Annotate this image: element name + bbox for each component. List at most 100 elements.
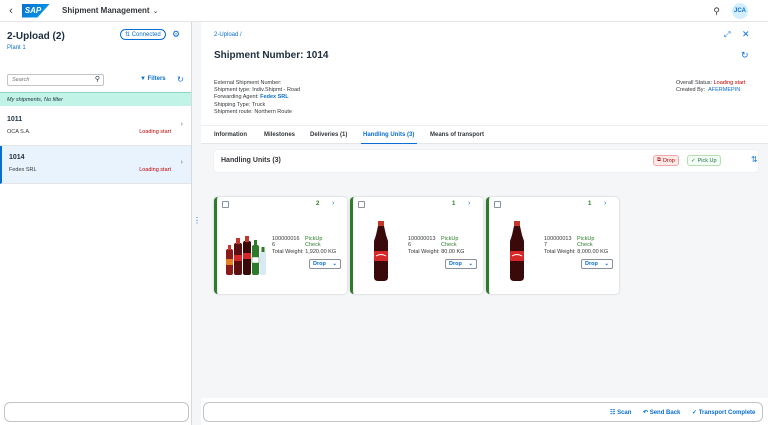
pickup-button[interactable]: ✓ Pick Up — [687, 155, 721, 166]
agent-link[interactable]: Fedex SRL — [260, 94, 288, 100]
app-title-menu[interactable]: Shipment Management ⌄ — [62, 6, 158, 15]
select-checkbox[interactable] — [222, 201, 229, 208]
chevron-right-icon[interactable]: › — [604, 200, 606, 207]
total-weight: Total Weight: 1,920.00 KG — [272, 249, 337, 255]
action-value: Drop — [585, 261, 598, 267]
drop-icon: ⧉ — [657, 157, 661, 163]
created-label: Created By: — [676, 87, 706, 94]
send-back-label: Send Back — [649, 410, 681, 416]
app-title: Shipment Management — [62, 6, 150, 15]
chevron-right-icon[interactable]: › — [468, 200, 470, 207]
cola-bottle-image — [374, 221, 388, 281]
detail-page: 2-Upload / ⤢ ✕ Shipment Number: 1014 ↻ E… — [201, 22, 768, 425]
sort-icon[interactable]: ⇅ — [751, 155, 758, 164]
shipment-status: Loading start — [139, 167, 171, 173]
list-item[interactable]: 1011 OCA S.A. Loading start › — [0, 108, 191, 146]
type-value: Indiv.Shipmt - Road — [252, 87, 301, 94]
filters-label: Filters — [147, 76, 166, 82]
check-icon: ✓ — [691, 157, 696, 164]
tab-information[interactable]: Information — [214, 132, 247, 138]
search-field[interactable]: ⚲ — [7, 74, 104, 86]
shipment-id: 1014 — [9, 154, 25, 161]
transport-complete-label: Transport Complete — [698, 410, 756, 416]
connected-badge[interactable]: ⇅ Connected — [120, 29, 166, 40]
barcode-icon: ☷ — [610, 410, 616, 416]
shipment-agent: Fedex SRL — [9, 167, 37, 173]
list-item[interactable]: 1014 Fedex SRL Loading start › — [0, 146, 191, 184]
chevron-right-icon: › — [180, 159, 183, 166]
filter-info-bar: My shipments, No filter — [0, 92, 191, 106]
action-select[interactable]: Drop ⌄ — [309, 259, 341, 269]
shipment-agent: OCA S.A. — [7, 129, 31, 135]
handling-units-toolbar: Handling Units (3) ⧉ Drop ✓ Pick Up ⇅ — [214, 150, 758, 172]
overall-status-label: Overall Status: — [676, 80, 713, 86]
avatar[interactable]: JCA — [732, 3, 748, 19]
action-select[interactable]: Drop ⌄ — [581, 259, 613, 269]
cola-bottles-image — [226, 236, 266, 275]
close-icon[interactable]: ✕ — [742, 29, 750, 40]
fullscreen-icon[interactable]: ⤢ — [724, 30, 730, 40]
handling-unit-card[interactable]: 2 › 100000016 6 PickUp Check Total Weight:… — [214, 197, 347, 294]
drop-label: Drop — [662, 157, 675, 164]
tab-means-of-transport[interactable]: Means of transport — [430, 132, 484, 138]
gear-icon[interactable]: ⚙ — [172, 29, 180, 40]
chevron-right-icon: › — [180, 121, 183, 128]
sap-logo: SAP — [22, 3, 50, 18]
master-footer-toolbar — [4, 402, 189, 422]
chevron-right-icon[interactable]: › — [332, 200, 334, 207]
filters-button[interactable]: ▼ Filters — [140, 76, 166, 82]
plant-link[interactable]: Plant 1 — [7, 45, 26, 51]
select-checkbox[interactable] — [358, 201, 365, 208]
shipment-id: 1011 — [7, 116, 23, 123]
scan-button[interactable]: ☷ Scan — [610, 409, 631, 416]
status-check: Check — [305, 242, 321, 249]
created-by-link[interactable]: AFERMEPIN — [708, 87, 740, 93]
hu-status: PickUp Check — [305, 236, 322, 249]
splitter-handle-icon[interactable]: ⋮ — [193, 216, 201, 225]
hu-number: 100000013 6 — [408, 236, 436, 249]
item-count: 2 — [316, 201, 320, 207]
status-check: Check — [441, 242, 457, 249]
refresh-icon[interactable]: ↻ — [741, 50, 749, 61]
header-status: Overall Status: Loading start Created By… — [676, 80, 745, 94]
shipment-status: Loading start — [139, 129, 171, 135]
back-icon[interactable]: ‹ — [0, 5, 22, 17]
route-label: Shipment route: — [214, 108, 253, 115]
detail-footer-toolbar: ☷ Scan ↶ Send Back ✓ Transport Complete — [203, 402, 763, 422]
drop-button[interactable]: ⧉ Drop — [653, 155, 679, 166]
refresh-icon[interactable]: ↻ — [177, 75, 184, 84]
hu-number: 100000016 6 — [272, 236, 300, 249]
handling-unit-card[interactable]: 1 › 100000013 7 PickUp Check Total Weight:… — [486, 197, 619, 294]
master-list: 2-Upload (2) Plant 1 ⇅ Connected ⚙ ⚲ ▼ F… — [0, 22, 192, 425]
tab-handling-units[interactable]: Handling Units (3) — [363, 132, 414, 138]
search-icon[interactable]: ⚲ — [713, 6, 720, 17]
handling-unit-card[interactable]: 1 › 100000013 6 PickUp Check Total Weight:… — [350, 197, 483, 294]
external-label: External Shipment Number: — [214, 80, 282, 86]
accept-icon: ✓ — [692, 410, 698, 416]
master-title: 2-Upload (2) — [7, 31, 65, 42]
send-back-button[interactable]: ↶ Send Back — [643, 409, 680, 416]
search-icon[interactable]: ⚲ — [95, 75, 100, 83]
action-select[interactable]: Drop ⌄ — [445, 259, 477, 269]
search-input[interactable] — [8, 75, 88, 85]
agent-label: Forwarding Agent: — [214, 94, 259, 101]
hu-id: 100000016 — [272, 236, 300, 242]
scan-label: Scan — [617, 410, 632, 416]
tab-milestones[interactable]: Milestones — [264, 132, 295, 138]
action-value: Drop — [313, 261, 326, 267]
tab-bar: Information Milestones Deliveries (1) Ha… — [201, 125, 768, 145]
cola-bottle-image — [510, 221, 524, 281]
tab-deliveries[interactable]: Deliveries (1) — [310, 132, 347, 138]
total-weight: Total Weight: 8,000.00 KG — [544, 249, 609, 255]
select-checkbox[interactable] — [494, 201, 501, 208]
hu-status: PickUp Check — [577, 236, 594, 249]
action-value: Drop — [449, 261, 462, 267]
undo-icon: ↶ — [643, 410, 649, 416]
section-title: Handling Units (3) — [221, 157, 281, 164]
chevron-down-icon: ⌄ — [468, 261, 473, 267]
item-count: 1 — [452, 201, 456, 207]
breadcrumb[interactable]: 2-Upload / — [214, 32, 242, 38]
hu-status: PickUp Check — [441, 236, 458, 249]
chevron-down-icon: ⌄ — [152, 8, 159, 15]
transport-complete-button[interactable]: ✓ Transport Complete — [692, 409, 755, 416]
